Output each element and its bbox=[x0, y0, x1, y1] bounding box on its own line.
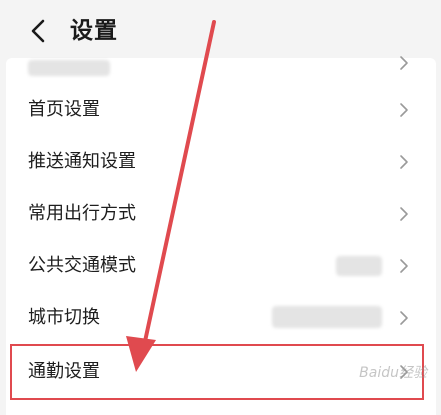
blurred-label bbox=[28, 60, 110, 76]
settings-row-transit[interactable]: 公共交通模式 bbox=[6, 240, 436, 292]
row-label: 城市切换 bbox=[28, 307, 100, 328]
settings-row-travel[interactable]: 常用出行方式 bbox=[6, 188, 436, 240]
settings-row-home[interactable]: 首页设置 bbox=[6, 84, 436, 136]
chevron-left-icon[interactable] bbox=[24, 16, 54, 46]
settings-row-push[interactable]: 推送通知设置 bbox=[6, 136, 436, 188]
chevron-right-icon bbox=[400, 103, 408, 117]
row-label: 常用出行方式 bbox=[28, 203, 136, 224]
watermark: Baidu经验 bbox=[359, 365, 427, 381]
settings-row-city[interactable]: 城市切换 bbox=[6, 292, 436, 344]
row-label: 公共交通模式 bbox=[28, 255, 136, 276]
chevron-right-icon bbox=[400, 259, 408, 273]
row-label: 首页设置 bbox=[28, 99, 100, 120]
chevron-right-icon bbox=[400, 311, 408, 325]
chevron-right-icon bbox=[400, 56, 408, 70]
chevron-right-icon bbox=[400, 207, 408, 221]
row-label: 推送通知设置 bbox=[28, 151, 136, 172]
blurred-value bbox=[336, 256, 382, 276]
page-title: 设置 bbox=[70, 18, 118, 44]
chevron-right-icon bbox=[400, 155, 408, 169]
blurred-value bbox=[272, 306, 382, 328]
